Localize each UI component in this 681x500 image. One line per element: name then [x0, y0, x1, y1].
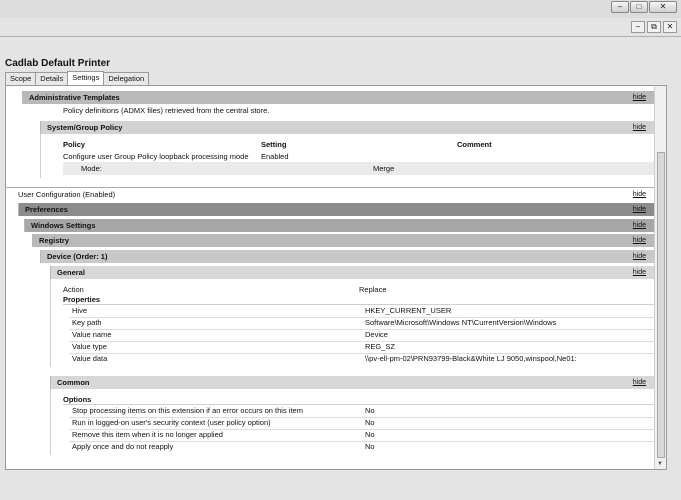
window-controls: – □ ✕: [611, 1, 677, 13]
general-hide-link[interactable]: hide: [633, 266, 646, 279]
properties-title: Properties: [63, 295, 101, 304]
mode-value: Merge: [373, 164, 395, 173]
action-label: Action: [63, 285, 84, 294]
maximize-button[interactable]: □: [630, 1, 648, 13]
tab-scope[interactable]: Scope: [5, 72, 37, 85]
system-group-policy-hide-link[interactable]: hide: [633, 121, 646, 134]
property-value: \\pv-ell-pm-02\PRN93799-Black&White LJ 9…: [365, 354, 577, 363]
property-value: Device: [365, 330, 388, 339]
policy-setting: Enabled: [261, 152, 289, 161]
option-label: Remove this item when it is no longer ap…: [72, 430, 223, 439]
user-config-header: User Configuration (Enabled) hide: [6, 187, 656, 200]
tab-delegation[interactable]: Delegation: [103, 72, 150, 85]
registry-title: Registry: [39, 236, 70, 245]
scrollbar-thumb[interactable]: [657, 152, 665, 458]
common-hide-link[interactable]: hide: [633, 376, 646, 389]
setting-column-header: Setting: [261, 140, 287, 149]
preferences-header: Preferences hide: [18, 203, 656, 216]
option-value: No: [365, 418, 375, 427]
tab-details[interactable]: Details: [35, 72, 69, 85]
vertical-scrollbar[interactable]: ▼: [654, 86, 666, 469]
options-title: Options: [63, 395, 92, 404]
system-group-policy-title: System/Group Policy: [47, 123, 123, 132]
row-divider: [69, 329, 655, 330]
row-divider: [69, 317, 655, 318]
mode-label: Mode:: [81, 164, 102, 173]
row-divider: [69, 341, 655, 342]
general-title: General: [57, 268, 85, 277]
windows-settings-header: Windows Settings hide: [24, 219, 656, 232]
section-border: [50, 389, 51, 455]
device-header: Device (Order: 1) hide: [40, 250, 656, 263]
common-header: Common hide: [50, 376, 656, 389]
system-group-policy-header: System/Group Policy hide: [40, 121, 656, 134]
section-border: [50, 279, 51, 367]
option-label: Run in logged-on user's security context…: [72, 418, 271, 427]
admin-templates-note: Policy definitions (ADMX files) retrieve…: [63, 106, 270, 115]
divider: [0, 36, 681, 37]
device-hide-link[interactable]: hide: [633, 250, 646, 263]
window-frame: – □ ✕ – ⧉ ✕ Cadlab Default Printer Scope…: [0, 0, 681, 500]
windows-settings-title: Windows Settings: [31, 221, 96, 230]
comment-column-header: Comment: [457, 140, 492, 149]
registry-hide-link[interactable]: hide: [633, 234, 646, 247]
pane-close-button[interactable]: ✕: [663, 21, 677, 33]
pane-minimize-button[interactable]: –: [631, 21, 645, 33]
admin-templates-hide-link[interactable]: hide: [633, 91, 646, 104]
option-label: Apply once and do not reapply: [72, 442, 174, 451]
option-value: No: [365, 430, 375, 439]
minimize-button[interactable]: –: [611, 1, 629, 13]
tab-bar: Scope Details Settings Delegation: [5, 71, 150, 85]
policy-column-header: Policy: [63, 140, 86, 149]
gpo-title: Cadlab Default Printer: [5, 58, 111, 69]
option-label: Stop processing items on this extension …: [72, 406, 303, 415]
registry-header: Registry hide: [32, 234, 656, 247]
property-value: HKEY_CURRENT_USER: [365, 306, 452, 315]
device-title: Device (Order: 1): [47, 252, 108, 261]
tab-settings[interactable]: Settings: [67, 71, 105, 85]
preferences-title: Preferences: [25, 205, 68, 214]
close-button[interactable]: ✕: [649, 1, 677, 13]
property-value: REG_SZ: [365, 342, 396, 351]
action-value: Replace: [359, 285, 387, 294]
property-label: Key path: [72, 318, 102, 327]
windows-settings-hide-link[interactable]: hide: [633, 219, 646, 232]
policy-name: Configure user Group Policy loopback pro…: [63, 152, 249, 161]
common-title: Common: [57, 378, 90, 387]
property-label: Hive: [72, 306, 88, 315]
properties-divider: [63, 304, 655, 305]
option-value: No: [365, 442, 375, 451]
property-value: Software\Microsoft\Windows NT\CurrentVer…: [365, 318, 557, 327]
pane-controls: – ⧉ ✕: [631, 21, 677, 33]
settings-report[interactable]: Administrative Templates hide Policy def…: [5, 85, 667, 470]
property-label: Value type: [72, 342, 107, 351]
user-config-title: User Configuration (Enabled): [18, 190, 116, 199]
section-border: [40, 134, 41, 178]
title-bar: [0, 0, 681, 18]
user-config-hide-link[interactable]: hide: [633, 188, 646, 201]
pane-restore-button[interactable]: ⧉: [647, 21, 661, 33]
option-value: No: [365, 406, 375, 415]
preferences-hide-link[interactable]: hide: [633, 203, 646, 216]
mode-row: Mode: Merge: [63, 162, 655, 175]
property-label: Value name: [72, 330, 112, 339]
general-header: General hide: [50, 266, 656, 279]
admin-templates-title: Administrative Templates: [29, 93, 120, 102]
scroll-down-arrow-icon[interactable]: ▼: [657, 461, 663, 467]
admin-templates-header: Administrative Templates hide: [22, 91, 656, 104]
options-divider: [63, 404, 655, 405]
property-label: Value data: [72, 354, 108, 363]
